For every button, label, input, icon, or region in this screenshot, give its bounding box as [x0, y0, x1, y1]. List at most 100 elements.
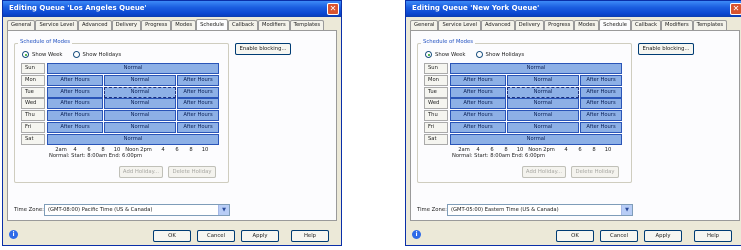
apply-button[interactable]: Apply	[644, 230, 682, 242]
delete-holiday-button[interactable]: Delete Holiday	[571, 166, 619, 178]
tab-strip: General Service Level Advanced Delivery …	[410, 19, 728, 30]
schedule-row-sat: Sat Normal	[424, 133, 622, 146]
tab-modifiers[interactable]: Modifiers	[660, 20, 693, 30]
segment-after-hours[interactable]: After Hours	[47, 86, 103, 98]
segment-after-hours[interactable]: After Hours	[580, 121, 622, 133]
segment-after-hours[interactable]: After Hours	[47, 74, 103, 86]
segment-after-hours[interactable]: After Hours	[450, 74, 506, 86]
ok-button[interactable]: OK	[556, 230, 594, 242]
tab-progress[interactable]: Progress	[544, 20, 575, 30]
segment-normal-selected[interactable]: Normal	[507, 86, 579, 98]
segment-after-hours[interactable]: After Hours	[177, 74, 219, 86]
schedule-row-tue: Tue After Hours Normal After Hours	[424, 86, 622, 99]
add-holiday-button[interactable]: Add Holiday...	[119, 166, 163, 178]
delete-holiday-button[interactable]: Delete Holiday	[168, 166, 216, 178]
segment-after-hours[interactable]: After Hours	[580, 86, 622, 98]
tab-callback[interactable]: Callback	[227, 20, 258, 30]
segment-normal[interactable]: Normal	[507, 121, 579, 133]
enable-blocking-button[interactable]: Enable blocking...	[235, 43, 291, 55]
segment-normal[interactable]: Normal	[450, 63, 622, 74]
segment-after-hours[interactable]: After Hours	[580, 74, 622, 86]
schedule-row-tue: Tue After Hours Normal After Hours	[21, 86, 219, 99]
add-holiday-button[interactable]: Add Holiday...	[522, 166, 566, 178]
time-zone-label: Time Zone:	[417, 207, 447, 213]
tab-progress[interactable]: Progress	[141, 20, 172, 30]
tab-delivery[interactable]: Delivery	[514, 20, 545, 30]
tab-strip: General Service Level Advanced Delivery …	[7, 19, 325, 30]
edit-queue-dialog-new-york: Editing Queue 'New York Queue' ✕ General…	[405, 0, 741, 246]
radio-unselected-icon	[475, 51, 483, 58]
segment-normal[interactable]: Normal	[104, 98, 176, 110]
segment-after-hours[interactable]: After Hours	[450, 110, 506, 122]
info-icon[interactable]: i	[9, 230, 18, 239]
cancel-button[interactable]: Cancel	[197, 230, 235, 242]
title-bar[interactable]: Editing Queue 'New York Queue' ✕	[406, 1, 741, 17]
tab-modifiers[interactable]: Modifiers	[257, 20, 290, 30]
time-zone-select[interactable]: (GMT-08:00) Pacific Time (US & Canada) ▼	[44, 204, 230, 216]
time-zone-select[interactable]: (GMT-05:00) Eastern Time (US & Canada) ▼	[447, 204, 633, 216]
tab-general[interactable]: General	[410, 20, 439, 30]
help-button[interactable]: Help	[694, 230, 732, 242]
segment-after-hours[interactable]: After Hours	[177, 110, 219, 122]
ok-button[interactable]: OK	[153, 230, 191, 242]
apply-button[interactable]: Apply	[241, 230, 279, 242]
tab-service-level[interactable]: Service Level	[438, 20, 481, 30]
tab-callback[interactable]: Callback	[630, 20, 661, 30]
segment-after-hours[interactable]: After Hours	[177, 86, 219, 98]
day-label: Sun	[21, 63, 45, 74]
segment-normal[interactable]: Normal	[507, 74, 579, 86]
close-icon[interactable]: ✕	[730, 3, 741, 15]
tab-advanced[interactable]: Advanced	[480, 20, 515, 30]
help-button[interactable]: Help	[291, 230, 329, 242]
close-icon[interactable]: ✕	[327, 3, 339, 15]
tab-templates[interactable]: Templates	[289, 20, 325, 30]
tab-service-level[interactable]: Service Level	[35, 20, 78, 30]
axis-tick: 4	[161, 147, 165, 153]
schedule-row-wed: Wed After Hours Normal After Hours	[424, 98, 622, 110]
show-week-radio[interactable]: Show Week	[425, 51, 466, 58]
segment-normal[interactable]: Normal	[507, 110, 579, 122]
normal-mode-times: Normal: Start: 8:00am End: 6:00pm	[452, 153, 546, 159]
view-radio-group: Show Week Show Holidays	[425, 51, 524, 58]
show-week-radio[interactable]: Show Week	[22, 51, 63, 58]
tab-modes[interactable]: Modes	[171, 20, 197, 30]
show-week-label: Show Week	[435, 51, 466, 58]
enable-blocking-button[interactable]: Enable blocking...	[638, 43, 694, 55]
segment-after-hours[interactable]: After Hours	[47, 98, 103, 110]
tab-schedule[interactable]: Schedule	[599, 19, 631, 30]
day-label: Tue	[21, 86, 45, 98]
tab-schedule[interactable]: Schedule	[196, 19, 228, 30]
info-icon[interactable]: i	[412, 230, 421, 239]
segment-normal[interactable]: Normal	[104, 74, 176, 86]
chevron-down-icon[interactable]: ▼	[621, 205, 632, 215]
segment-normal[interactable]: Normal	[104, 110, 176, 122]
segment-normal[interactable]: Normal	[47, 133, 219, 145]
tab-general[interactable]: General	[7, 20, 36, 30]
segment-after-hours[interactable]: After Hours	[177, 121, 219, 133]
tab-advanced[interactable]: Advanced	[77, 20, 112, 30]
day-label: Thu	[21, 110, 45, 122]
axis-tick: 8	[592, 147, 596, 153]
chevron-down-icon[interactable]: ▼	[218, 205, 229, 215]
segment-after-hours[interactable]: After Hours	[450, 98, 506, 110]
title-bar[interactable]: Editing Queue 'Los Angeles Queue' ✕	[3, 1, 341, 17]
segment-after-hours[interactable]: After Hours	[580, 110, 622, 122]
segment-normal[interactable]: Normal	[104, 121, 176, 133]
segment-normal[interactable]: Normal	[507, 98, 579, 110]
segment-after-hours[interactable]: After Hours	[47, 110, 103, 122]
segment-after-hours[interactable]: After Hours	[450, 86, 506, 98]
tab-delivery[interactable]: Delivery	[111, 20, 142, 30]
dialog-title: Editing Queue 'Los Angeles Queue'	[9, 4, 147, 12]
show-holidays-radio[interactable]: Show Holidays	[72, 51, 121, 58]
segment-after-hours[interactable]: After Hours	[47, 121, 103, 133]
show-holidays-radio[interactable]: Show Holidays	[475, 51, 524, 58]
tab-modes[interactable]: Modes	[574, 20, 600, 30]
tab-templates[interactable]: Templates	[692, 20, 728, 30]
cancel-button[interactable]: Cancel	[600, 230, 638, 242]
segment-normal[interactable]: Normal	[47, 63, 219, 74]
segment-after-hours[interactable]: After Hours	[450, 121, 506, 133]
segment-after-hours[interactable]: After Hours	[177, 98, 219, 110]
segment-normal-selected[interactable]: Normal	[104, 86, 176, 98]
segment-normal[interactable]: Normal	[450, 133, 622, 145]
segment-after-hours[interactable]: After Hours	[580, 98, 622, 110]
